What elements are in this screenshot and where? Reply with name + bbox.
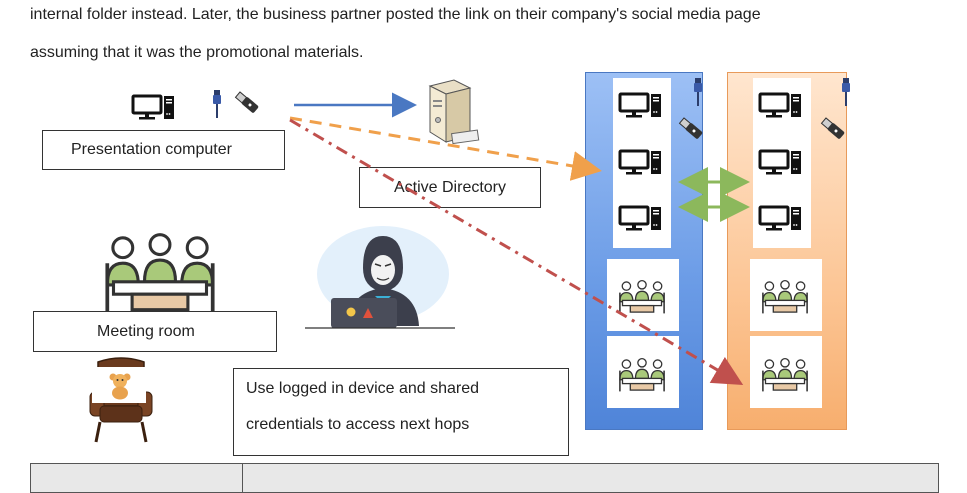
table-divider xyxy=(242,464,243,492)
arrow-to-orange-network xyxy=(289,118,744,386)
table-header-strip xyxy=(30,463,939,493)
arrow-to-blue-network xyxy=(289,116,602,181)
connection-arrows xyxy=(289,92,750,386)
